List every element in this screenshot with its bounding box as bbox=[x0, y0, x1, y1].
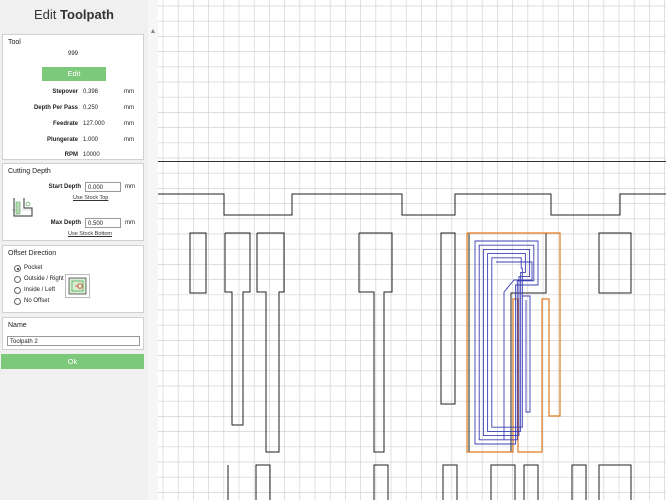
start-depth-label: Start Depth bbox=[48, 184, 81, 190]
vector-rect-5[interactable] bbox=[440, 232, 456, 405]
offset-option-label[interactable]: Outside / Right bbox=[24, 276, 64, 282]
offset-radio[interactable] bbox=[14, 298, 21, 305]
tool-field-label: Depth Per Pass bbox=[33, 105, 78, 111]
use-stock-bottom-link[interactable]: Use Stock Bottom bbox=[68, 231, 112, 237]
offset-radio[interactable] bbox=[14, 276, 21, 283]
start-depth-input[interactable]: 0.000 bbox=[85, 182, 121, 192]
pocket-toolpath bbox=[474, 240, 539, 445]
tool-field-unit: mm bbox=[124, 121, 134, 127]
offset-direction-label: Offset Direction bbox=[8, 250, 57, 257]
scroll-up-icon[interactable]: ▲ bbox=[149, 28, 157, 36]
edit-tool-button[interactable]: Edit bbox=[42, 67, 106, 81]
offset-radio[interactable] bbox=[14, 287, 21, 294]
offset-option-label[interactable]: Pocket bbox=[24, 265, 42, 271]
toolpath-name-input[interactable]: Toolpath 2 bbox=[7, 336, 140, 346]
offset-option-label[interactable]: No Offset bbox=[24, 298, 49, 304]
tool-field-unit: mm bbox=[124, 137, 134, 143]
panel-title: Edit Toolpath bbox=[0, 0, 148, 30]
tool-field-unit: mm bbox=[124, 105, 134, 111]
max-depth-input[interactable]: 0.500 bbox=[85, 218, 121, 228]
tool-field-value: 0.398 bbox=[83, 89, 99, 95]
pocket-offset-icon bbox=[65, 274, 90, 298]
vector-rect-9[interactable] bbox=[442, 464, 458, 500]
selected-pocket-shape[interactable] bbox=[468, 232, 547, 453]
vector-rect-10[interactable] bbox=[490, 464, 516, 500]
vector-shape-3[interactable] bbox=[256, 232, 285, 453]
vector-rect-7[interactable] bbox=[255, 464, 271, 500]
vector-rect-1[interactable] bbox=[189, 232, 207, 294]
vector-shape-2[interactable] bbox=[224, 232, 251, 426]
name-group: Name Toolpath 2 bbox=[2, 317, 144, 350]
tool-group-label: Tool bbox=[8, 39, 21, 46]
tool-field-label: RPM bbox=[64, 152, 78, 158]
max-depth-label: Max Depth bbox=[50, 220, 81, 226]
tool-field-value: 10000 bbox=[83, 152, 100, 158]
tool-field-unit: mm bbox=[124, 89, 134, 95]
cutting-depth-group: Cutting Depth Start Depth 0.000 mm Use S… bbox=[2, 163, 144, 241]
name-label: Name bbox=[8, 322, 27, 329]
ok-button[interactable]: Ok bbox=[1, 354, 144, 369]
toolpath-pass bbox=[474, 240, 539, 445]
panel-scrollbar[interactable]: ▲ bbox=[148, 0, 158, 500]
depth-diagram-icon bbox=[10, 196, 36, 220]
design-shapes bbox=[189, 232, 632, 500]
vector-rect-11[interactable] bbox=[523, 464, 539, 500]
design-canvas[interactable] bbox=[158, 0, 666, 500]
toolpath-inner bbox=[496, 261, 533, 440]
start-depth-unit: mm bbox=[125, 184, 135, 190]
tool-field-value: 127.000 bbox=[83, 121, 105, 127]
tool-field-label: Feedrate bbox=[52, 121, 78, 127]
use-stock-top-link[interactable]: Use Stock Top bbox=[73, 195, 108, 201]
title-main: Toolpath bbox=[60, 7, 114, 22]
cutting-depth-label: Cutting Depth bbox=[8, 168, 51, 175]
selected-pocket-outline[interactable] bbox=[468, 232, 547, 453]
tool-name: 999 bbox=[67, 51, 78, 57]
offset-radio[interactable] bbox=[14, 265, 21, 272]
tool-field-value: 0.250 bbox=[83, 105, 99, 111]
toolpath-rib bbox=[522, 295, 531, 413]
offset-direction-group: Offset Direction Pocket Outside / Right In… bbox=[2, 245, 144, 313]
tool-group: Tool 999 Edit Stepover 0.398 mm Depth Per P… bbox=[2, 34, 144, 160]
stock-profile bbox=[158, 193, 666, 216]
title-prefix: Edit bbox=[34, 7, 57, 22]
tool-field-value: 1.000 bbox=[83, 137, 99, 143]
tool-field-label: Plungerate bbox=[46, 137, 78, 143]
vector-rect-12[interactable] bbox=[571, 464, 587, 500]
edit-toolpath-panel: Edit Toolpath Tool 999 Edit Stepover 0.39… bbox=[0, 0, 148, 500]
tool-field-label: Stepover bbox=[52, 89, 78, 95]
max-depth-unit: mm bbox=[125, 220, 135, 226]
offset-option-label[interactable]: Inside / Left bbox=[24, 287, 55, 293]
